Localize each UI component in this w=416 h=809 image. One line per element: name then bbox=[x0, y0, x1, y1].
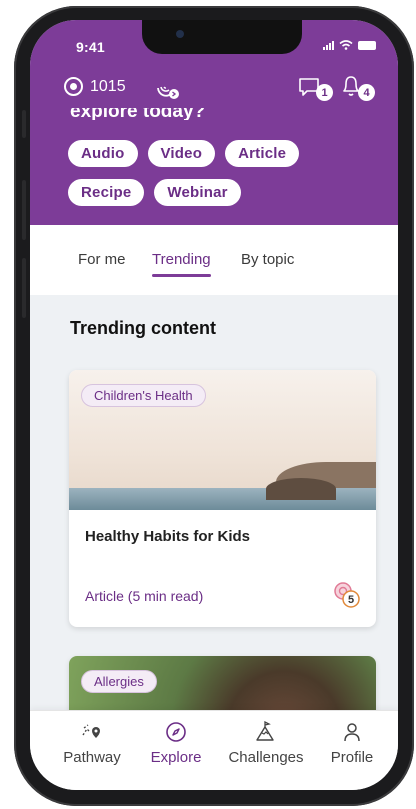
nav-profile[interactable]: Profile bbox=[312, 721, 392, 766]
status-icons bbox=[323, 40, 376, 50]
header-toolbar: 1015 1 4 bbox=[30, 74, 398, 104]
topic-tag: Children's Health bbox=[81, 384, 206, 407]
nav-challenges[interactable]: Challenges bbox=[226, 721, 306, 766]
camera-icon bbox=[176, 30, 184, 38]
filter-chip-webinar[interactable]: Webinar bbox=[154, 179, 241, 206]
mountain-flag-icon bbox=[256, 721, 274, 741]
filter-chip-audio[interactable]: Audio bbox=[68, 140, 138, 167]
nav-label: Pathway bbox=[63, 749, 121, 766]
volume-down-button bbox=[22, 258, 26, 318]
pathway-icon bbox=[82, 724, 100, 738]
mute-switch bbox=[22, 110, 26, 138]
card-title: Healthy Habits for Kids bbox=[85, 528, 251, 545]
messages-badge: 1 bbox=[316, 84, 333, 101]
battery-icon bbox=[358, 40, 376, 50]
content-card[interactable]: Children's Health Healthy Habits for Kid… bbox=[69, 370, 376, 627]
person-icon bbox=[344, 723, 360, 742]
tab-trending[interactable]: Trending bbox=[152, 251, 211, 277]
wifi-icon bbox=[339, 40, 353, 50]
status-bar: 9:41 bbox=[30, 20, 398, 64]
topic-tag: Allergies bbox=[81, 670, 157, 693]
filter-chip-recipe[interactable]: Recipe bbox=[68, 179, 145, 206]
bottom-nav: Pathway Explore Challenges Profile bbox=[30, 710, 398, 790]
explore-prompt: explore today? bbox=[70, 108, 206, 120]
points-value: 1015 bbox=[90, 77, 126, 95]
filter-chip-video[interactable]: Video bbox=[147, 140, 216, 167]
nav-label: Explore bbox=[150, 749, 202, 766]
notifications-badge: 4 bbox=[358, 84, 375, 101]
volume-up-button bbox=[22, 180, 26, 240]
tab-for-me[interactable]: For me bbox=[78, 251, 126, 268]
section-title: Trending content bbox=[70, 318, 216, 338]
status-time: 9:41 bbox=[76, 39, 105, 55]
notch bbox=[142, 20, 302, 54]
explore-tabs: For me Trending By topic bbox=[30, 225, 398, 295]
reward-points-value: 5 bbox=[348, 594, 354, 606]
nav-pathway[interactable]: Pathway bbox=[52, 721, 132, 766]
compass-icon bbox=[166, 722, 186, 742]
nav-label: Challenges bbox=[228, 749, 304, 766]
nav-label: Profile bbox=[330, 749, 374, 766]
signal-icon bbox=[323, 40, 334, 50]
content-type-filters: Audio Video Article Recipe Webinar bbox=[68, 140, 368, 206]
explore-header: 9:41 1015 1 4 explore today? Audio Video… bbox=[30, 20, 398, 225]
nav-explore[interactable]: Explore bbox=[136, 721, 216, 766]
points-icon bbox=[64, 77, 83, 96]
points-display[interactable]: 1015 bbox=[64, 77, 126, 96]
card-meta: Article (5 min read) bbox=[85, 588, 204, 604]
tab-by-topic[interactable]: By topic bbox=[241, 251, 294, 268]
app-screen: 9:41 1015 1 4 explore today? Audio Video… bbox=[30, 20, 398, 790]
reward-points-icon: 5 bbox=[334, 582, 360, 608]
filter-chip-article[interactable]: Article bbox=[225, 140, 300, 167]
streak-icon[interactable] bbox=[154, 76, 180, 100]
